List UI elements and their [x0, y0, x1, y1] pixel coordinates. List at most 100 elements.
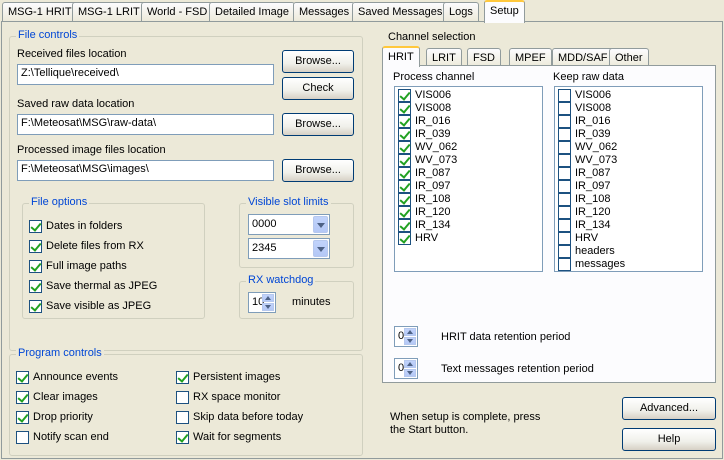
tab-saved-messages[interactable]: Saved Messages [352, 2, 449, 22]
checkbox-box[interactable] [558, 128, 571, 141]
wait-for-segments-checkbox[interactable]: Wait for segments [176, 431, 281, 446]
drop-priority-checkbox[interactable]: Drop priority [16, 411, 93, 426]
checkbox-box[interactable] [398, 102, 411, 115]
tab-msg1-hrit[interactable]: MSG-1 HRIT [2, 2, 78, 22]
dates-in-folders-checkbox[interactable]: Dates in folders [29, 220, 122, 235]
process-channel-item[interactable]: IR_097 [398, 180, 545, 193]
persistent-images-checkbox[interactable]: Persistent images [176, 371, 280, 386]
delete-files-checkbox[interactable]: Delete files from RX [29, 240, 144, 255]
tab-world-fsd[interactable]: World - FSD [141, 2, 214, 22]
browse-processed-button[interactable]: Browse... [282, 159, 354, 182]
checkbox-box[interactable] [398, 115, 411, 128]
process-channel-item[interactable]: WV_062 [398, 141, 545, 154]
tab-detailed-image[interactable]: Detailed Image [209, 2, 295, 22]
spinner-arrows-icon[interactable] [262, 294, 274, 311]
notify-scan-end-checkbox[interactable]: Notify scan end [16, 431, 109, 446]
checkbox-box[interactable] [16, 431, 29, 444]
keep-raw-item[interactable]: IR_087 [558, 167, 705, 180]
checkbox-box[interactable] [558, 245, 571, 258]
checkbox-box[interactable] [558, 180, 571, 193]
slot-to-select[interactable]: 2345 [248, 238, 330, 259]
tab-messages[interactable]: Messages [293, 2, 356, 22]
tab-setup[interactable]: Setup [484, 0, 525, 23]
keep-raw-item[interactable]: IR_134 [558, 219, 705, 232]
save-thermal-jpeg-checkbox[interactable]: Save thermal as JPEG [29, 280, 157, 295]
help-button[interactable]: Help [622, 428, 716, 451]
checkbox-box[interactable] [558, 115, 571, 128]
watchdog-spinner[interactable]: 10 [248, 292, 276, 313]
tab-logs[interactable]: Logs [443, 2, 479, 22]
check-button[interactable]: Check [282, 77, 354, 100]
checkbox-box[interactable] [558, 154, 571, 167]
process-channel-item[interactable]: HRV [398, 232, 545, 245]
keep-raw-item[interactable]: HRV [558, 232, 705, 245]
received-location-input[interactable]: Z:\Tellique\received\ [17, 64, 274, 85]
checkbox-box[interactable] [16, 411, 29, 424]
tab-msg1-lrit[interactable]: MSG-1 LRIT [72, 2, 146, 22]
slot-from-select[interactable]: 0000 [248, 214, 330, 235]
process-channel-item[interactable]: IR_120 [398, 206, 545, 219]
checkbox-box[interactable] [398, 128, 411, 141]
announce-events-checkbox[interactable]: Announce events [16, 371, 118, 386]
checkbox-box[interactable] [398, 219, 411, 232]
checkbox-box[interactable] [176, 371, 189, 384]
checkbox-box[interactable] [29, 280, 42, 293]
process-channel-list[interactable]: VIS006 VIS008 IR_016 IR_039 WV_062 WV_073 IR_0… [394, 86, 543, 272]
spinner-arrows-icon[interactable] [404, 360, 416, 377]
checkbox-box[interactable] [29, 300, 42, 313]
skip-data-checkbox[interactable]: Skip data before today [176, 411, 303, 426]
keep-raw-item[interactable]: IR_097 [558, 180, 705, 193]
checkbox-box[interactable] [398, 206, 411, 219]
advanced-button[interactable]: Advanced... [622, 397, 716, 420]
checkbox-box[interactable] [558, 258, 571, 271]
process-channel-item[interactable]: IR_108 [398, 193, 545, 206]
checkbox-box[interactable] [558, 206, 571, 219]
spinner-arrows-icon[interactable] [404, 328, 416, 345]
checkbox-box[interactable] [558, 89, 571, 102]
checkbox-box[interactable] [558, 232, 571, 245]
process-channel-item[interactable]: IR_134 [398, 219, 545, 232]
hrit-retention-spinner[interactable]: 0 [394, 326, 418, 347]
processed-location-input[interactable]: F:\Meteosat\MSG\images\ [17, 160, 274, 181]
keep-raw-item[interactable]: VIS008 [558, 102, 705, 115]
process-channel-item[interactable]: IR_039 [398, 128, 545, 141]
checkbox-box[interactable] [176, 411, 189, 424]
checkbox-box[interactable] [558, 141, 571, 154]
rx-space-monitor-checkbox[interactable]: RX space monitor [176, 391, 280, 406]
chevron-down-icon[interactable] [313, 240, 328, 257]
browse-received-button[interactable]: Browse... [282, 50, 354, 73]
process-channel-item[interactable]: IR_016 [398, 115, 545, 128]
checkbox-box[interactable] [398, 154, 411, 167]
keep-raw-item[interactable]: messages [558, 258, 705, 271]
save-visible-jpeg-checkbox[interactable]: Save visible as JPEG [29, 300, 151, 315]
checkbox-box[interactable] [398, 193, 411, 206]
checkbox-box[interactable] [398, 141, 411, 154]
checkbox-box[interactable] [558, 102, 571, 115]
checkbox-box[interactable] [398, 180, 411, 193]
text-retention-spinner[interactable]: 0 [394, 358, 418, 379]
keep-raw-item[interactable]: IR_120 [558, 206, 705, 219]
checkbox-box[interactable] [558, 193, 571, 206]
checkbox-box[interactable] [29, 260, 42, 273]
full-image-paths-checkbox[interactable]: Full image paths [29, 260, 127, 275]
subtab-hrit[interactable]: HRIT [382, 46, 420, 67]
checkbox-box[interactable] [176, 431, 189, 444]
keep-raw-item[interactable]: WV_062 [558, 141, 705, 154]
checkbox-box[interactable] [16, 391, 29, 404]
keep-raw-item[interactable]: IR_016 [558, 115, 705, 128]
keep-raw-item[interactable]: VIS006 [558, 89, 705, 102]
process-channel-item[interactable]: VIS008 [398, 102, 545, 115]
chevron-down-icon[interactable] [313, 216, 328, 233]
checkbox-box[interactable] [29, 240, 42, 253]
keep-raw-data-list[interactable]: VIS006 VIS008 IR_016 IR_039 WV_062 WV_073 IR_0… [554, 86, 703, 272]
browse-saved-button[interactable]: Browse... [282, 113, 354, 136]
keep-raw-item[interactable]: WV_073 [558, 154, 705, 167]
keep-raw-item[interactable]: headers [558, 245, 705, 258]
process-channel-item[interactable]: VIS006 [398, 89, 545, 102]
keep-raw-item[interactable]: IR_108 [558, 193, 705, 206]
checkbox-box[interactable] [29, 220, 42, 233]
process-channel-item[interactable]: IR_087 [398, 167, 545, 180]
checkbox-box[interactable] [558, 167, 571, 180]
checkbox-box[interactable] [176, 391, 189, 404]
checkbox-box[interactable] [398, 167, 411, 180]
